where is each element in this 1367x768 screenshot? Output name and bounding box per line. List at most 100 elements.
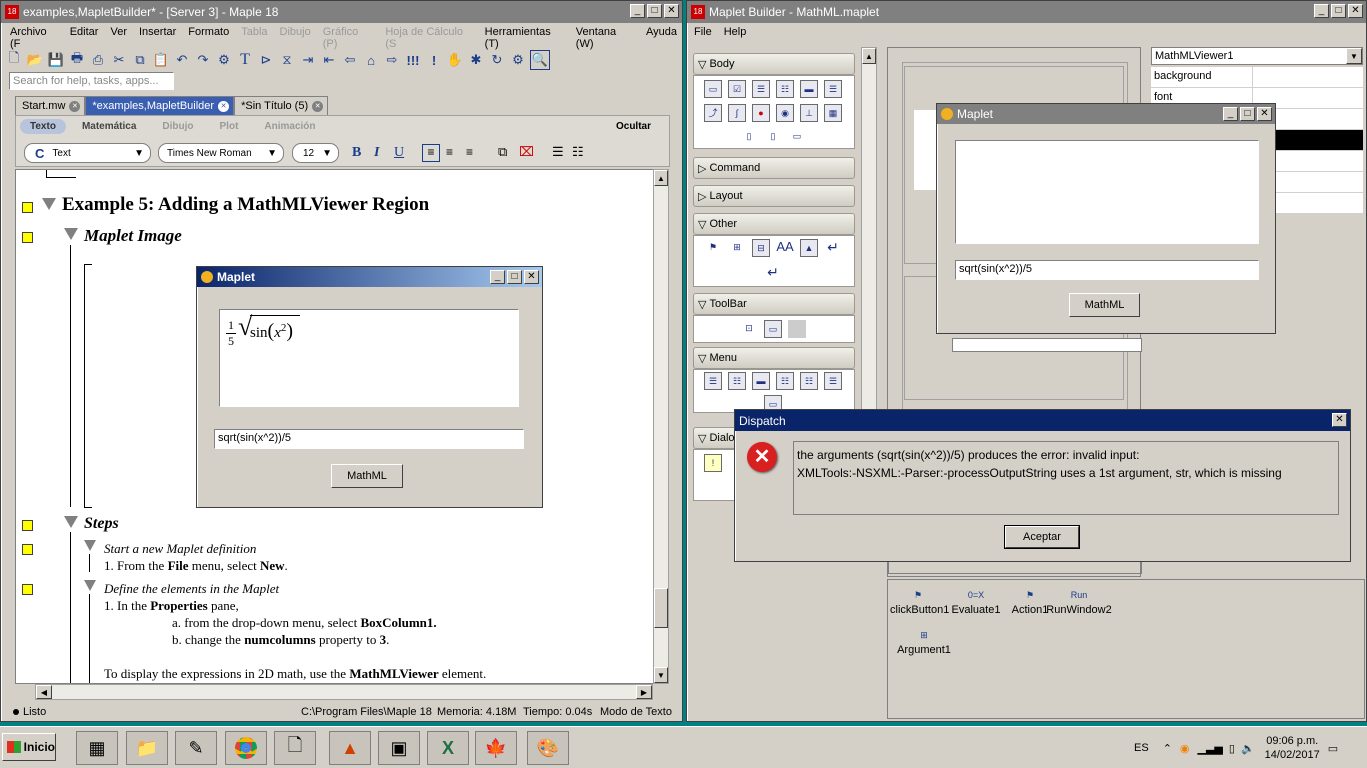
property-value[interactable]: [1253, 67, 1363, 87]
menubar-element-icon[interactable]: ☷: [728, 372, 746, 390]
indent-icon[interactable]: ⇥: [299, 51, 317, 69]
outdent-icon[interactable]: ⇤: [320, 51, 338, 69]
maximize-button[interactable]: □: [1240, 107, 1255, 121]
horizontal-scrollbar[interactable]: ◀ ▶: [35, 684, 653, 700]
dispatch-title-bar[interactable]: Dispatch ✕: [735, 410, 1350, 431]
maple-title-bar[interactable]: 18 examples,MapletBuilder* - [Server 3] …: [1, 1, 682, 23]
prompt-insert-icon[interactable]: ⊳: [257, 51, 275, 69]
mode-tab[interactable]: Matemática: [72, 119, 146, 134]
minimize-button[interactable]: _: [1223, 107, 1238, 121]
sigma-icon[interactable]: ⧖: [278, 51, 296, 69]
radio-menuitem-icon[interactable]: ☷: [800, 372, 818, 390]
collapse-triangle-icon[interactable]: [64, 516, 78, 528]
print-preview-icon[interactable]: ⎙: [89, 51, 107, 69]
argument-element-icon[interactable]: ⊞: [728, 239, 746, 257]
maximize-button[interactable]: □: [1331, 4, 1346, 18]
chevron-down-icon[interactable]: ▼: [1346, 48, 1362, 64]
return-element-icon[interactable]: ↵: [824, 239, 842, 257]
combobox-element-icon[interactable]: ☰: [752, 80, 770, 98]
element-select[interactable]: MathMLViewer1 ▼: [1151, 47, 1363, 65]
hand-icon[interactable]: ✋: [446, 51, 464, 69]
command-item[interactable]: ⊞ Argument1: [896, 626, 952, 656]
command-item[interactable]: Run RunWindow2: [1044, 586, 1114, 616]
close-tab-icon[interactable]: ✕: [312, 100, 324, 112]
close-button[interactable]: ✕: [664, 4, 679, 18]
palette-toolbar-header[interactable]: ▽ ToolBar: [693, 293, 855, 315]
mode-tab[interactable]: Plot: [210, 119, 249, 134]
chevron-up-icon[interactable]: ⌃: [1163, 742, 1172, 755]
palette-other-header[interactable]: ▽ Other: [693, 213, 855, 235]
execute-icon[interactable]: !: [425, 51, 443, 69]
align-center-icon[interactable]: ≡: [446, 145, 453, 159]
save-icon[interactable]: 💾: [47, 51, 65, 69]
network-icon[interactable]: ▁▃▅: [1198, 742, 1223, 755]
command-item[interactable]: ⚑ clickButton1: [890, 586, 949, 616]
slider-element-icon[interactable]: ⊥: [800, 104, 818, 122]
zoom-icon[interactable]: 🔍: [530, 50, 550, 70]
accept-button[interactable]: Aceptar: [1004, 525, 1080, 549]
command-item[interactable]: 0=X Evaluate1: [948, 586, 1004, 616]
menu-item[interactable]: Insertar: [134, 26, 181, 50]
font-select[interactable]: Times New Roman ▼: [158, 143, 284, 163]
device-icon[interactable]: ▯: [1229, 742, 1235, 755]
close-button[interactable]: ✕: [1348, 4, 1363, 18]
worksheet-area[interactable]: Example 5: Adding a MathMLViewer Region …: [15, 169, 655, 684]
close-button[interactable]: ✕: [1332, 413, 1347, 427]
hide-toggle[interactable]: Ocultar: [616, 121, 651, 132]
mode-tab[interactable]: Animación: [254, 119, 325, 134]
scroll-right-arrow-icon[interactable]: ▶: [636, 685, 652, 699]
builder-title-bar[interactable]: 18 Maplet Builder - MathML.maplet _ □ ✕: [687, 1, 1366, 23]
expression-input[interactable]: sqrt(sin(x^2))/5: [955, 260, 1259, 280]
collapse-triangle-icon[interactable]: [84, 540, 96, 551]
canvas-scrollbar[interactable]: [888, 560, 1142, 574]
collapse-triangle-icon[interactable]: [84, 580, 96, 591]
volume-icon[interactable]: 🔈: [1241, 742, 1255, 755]
avast-icon[interactable]: ◉: [1180, 742, 1190, 755]
vertical-scrollbar[interactable]: ▲ ▼: [653, 169, 669, 684]
menu-item[interactable]: Hoja de Cálculo (S: [380, 26, 477, 50]
size-select[interactable]: 12 ▼: [292, 143, 339, 163]
clock[interactable]: 09:06 p.m. 14/02/2017: [1265, 734, 1320, 762]
close-tab-icon[interactable]: ✕: [218, 100, 230, 112]
toolbar-separator-icon[interactable]: [788, 320, 806, 338]
running-maplet-title-bar[interactable]: Maplet _ □ ✕: [937, 104, 1275, 124]
popup-menu-icon[interactable]: ☰: [824, 372, 842, 390]
menu-item[interactable]: Help: [719, 26, 752, 38]
home-icon[interactable]: ⌂: [362, 51, 380, 69]
copy-icon[interactable]: ⧉: [131, 51, 149, 69]
menu-item[interactable]: Editar: [65, 26, 104, 50]
menu-element-icon[interactable]: ☰: [704, 372, 722, 390]
menu-item[interactable]: File: [689, 26, 717, 38]
document-tab[interactable]: *Sin Título (5) ✕: [234, 96, 329, 115]
language-indicator[interactable]: ES: [1134, 742, 1149, 754]
paint-taskbar-icon[interactable]: 🎨: [527, 731, 569, 765]
mathml-element-icon[interactable]: ∫: [728, 104, 746, 122]
excel-taskbar-icon[interactable]: X: [427, 731, 469, 765]
maple-taskbar-icon[interactable]: 🍁: [475, 731, 517, 765]
document-tab[interactable]: Start.mw ✕: [15, 96, 86, 115]
print-icon[interactable]: 🖶: [68, 50, 86, 69]
debug-icon[interactable]: ✱: [467, 51, 485, 69]
button-element-icon[interactable]: ▭: [704, 80, 722, 98]
start-button[interactable]: Inicio: [2, 733, 56, 761]
scroll-up-arrow-icon[interactable]: ▲: [862, 48, 876, 64]
style-select[interactable]: C Text ▼: [24, 143, 151, 163]
menu-item[interactable]: Formato: [183, 26, 234, 50]
palette-command-header[interactable]: ▷ Command: [693, 157, 855, 179]
toolbarbutton-element-icon[interactable]: ▭: [764, 320, 782, 338]
align-left-icon[interactable]: ≡: [422, 144, 440, 162]
action-element-icon[interactable]: ⚑: [704, 239, 722, 257]
scroll-up-arrow-icon[interactable]: ▲: [654, 170, 668, 186]
alert-dialog-icon[interactable]: !: [704, 454, 722, 472]
list-element-icon[interactable]: ☰: [824, 80, 842, 98]
menu-item[interactable]: Archivo (F: [5, 26, 63, 50]
menu-item[interactable]: Gráfico (P): [318, 26, 379, 50]
paste-icon[interactable]: 📋: [152, 51, 170, 69]
open-folder-icon[interactable]: 📂: [26, 51, 44, 69]
mathml-button[interactable]: MathML: [1069, 293, 1140, 317]
format-icon[interactable]: ⧉: [498, 144, 507, 160]
forward-arrow-icon[interactable]: ⇨: [383, 51, 401, 69]
image-element-icon[interactable]: ▲: [800, 239, 818, 257]
underline-icon[interactable]: U: [394, 145, 404, 161]
notification-icon[interactable]: ▭: [1328, 742, 1338, 755]
